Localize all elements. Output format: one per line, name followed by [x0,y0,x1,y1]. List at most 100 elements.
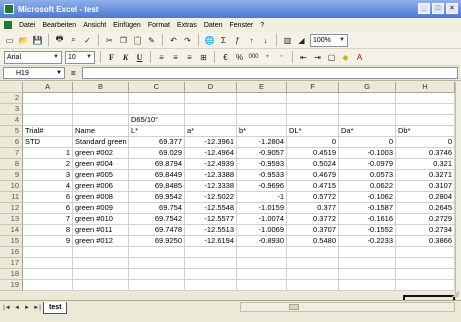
maximize-button[interactable]: □ [432,3,444,14]
last-sheet-button[interactable]: ►| [33,303,41,313]
underline-button[interactable]: U [134,51,145,64]
row-header[interactable]: 18 [0,269,23,280]
cell-f[interactable]: 0.5024 [287,159,339,170]
menu-fenster[interactable]: Fenster [230,22,254,29]
row-header[interactable]: 2 [0,93,23,104]
cell-h[interactable]: 0.2804 [396,192,455,203]
cell-b[interactable] [73,280,129,291]
name-box[interactable]: H19 ▼ [3,67,65,79]
menu-ansicht[interactable]: Ansicht [83,22,106,29]
sort-asc-icon[interactable]: ↑ [246,34,257,47]
cell-a[interactable]: STD [23,137,73,148]
cell-f[interactable] [287,104,339,115]
new-icon[interactable]: ▭ [4,34,15,47]
cell-e[interactable] [237,269,287,280]
row-header[interactable]: 10 [0,181,23,192]
cell-b[interactable]: green #011 [73,225,129,236]
cell-h[interactable]: 0.3107 [396,181,455,192]
cell-f[interactable]: 0.4715 [287,181,339,192]
cell-d[interactable] [185,115,237,126]
currency-icon[interactable]: € [220,51,231,64]
increase-decimal-icon[interactable]: ⁺ [262,51,273,64]
cell-d[interactable]: -12.5022 [185,192,237,203]
row-header[interactable]: 6 [0,137,23,148]
cell-a[interactable]: 9 [23,236,73,247]
horizontal-scrollbar[interactable] [240,302,455,312]
cell-d[interactable]: -12.6194 [185,236,237,247]
cell-a[interactable] [23,104,73,115]
cell-a[interactable] [23,93,73,104]
cell-d[interactable]: -12.4964 [185,148,237,159]
drawing-icon[interactable]: ◢ [296,34,307,47]
row-header[interactable]: 13 [0,214,23,225]
row-header[interactable]: 3 [0,104,23,115]
font-size-select[interactable]: 10 ▼ [65,50,95,64]
cell-e[interactable] [237,104,287,115]
cell-e[interactable]: -0.9593 [237,159,287,170]
workbook-icon[interactable] [4,21,12,29]
cell-d[interactable]: -12.4939 [185,159,237,170]
close-button[interactable]: × [446,3,458,14]
function-icon[interactable]: ƒ [232,34,243,47]
cell-a[interactable]: 2 [23,159,73,170]
cell-a[interactable] [23,258,73,269]
minimize-button[interactable]: _ [418,3,430,14]
chart-wizard-icon[interactable]: ▥ [282,34,293,47]
cell-f[interactable]: 0 [287,137,339,148]
percent-button[interactable]: % [234,51,245,64]
first-sheet-button[interactable]: |◄ [3,303,11,313]
cell-d[interactable] [185,93,237,104]
cell-b[interactable] [73,93,129,104]
cell-h[interactable]: 0.2729 [396,214,455,225]
cell-f[interactable] [287,280,339,291]
row-header[interactable]: 8 [0,159,23,170]
menu-einfuegen[interactable]: Einfügen [113,22,141,29]
cell-b[interactable]: Name [73,126,129,137]
cell-e[interactable] [237,280,287,291]
cell-a[interactable]: 7 [23,214,73,225]
cell-e[interactable]: b* [237,126,287,137]
save-icon[interactable]: 💾 [32,34,43,47]
cell-g[interactable]: Da* [339,126,396,137]
cut-icon[interactable]: ✂ [104,34,115,47]
cell-b[interactable]: Standard green [73,137,129,148]
row-header[interactable]: 12 [0,203,23,214]
cell-g[interactable]: -0.1587 [339,203,396,214]
cell-d[interactable] [185,258,237,269]
cell-c[interactable] [129,269,185,280]
cell-d[interactable]: -12.5577 [185,214,237,225]
sort-desc-icon[interactable]: ↓ [260,34,271,47]
formula-input[interactable] [81,67,458,79]
select-all-corner[interactable] [0,82,23,93]
cell-e[interactable]: -1.0074 [237,214,287,225]
cell-h[interactable]: 0.3271 [396,170,455,181]
cell-b[interactable] [73,115,129,126]
cell-h[interactable]: 0.3866 [396,236,455,247]
scrollbar-thumb[interactable] [289,304,299,310]
autosum-icon[interactable]: Σ [218,34,229,47]
cell-a[interactable] [23,115,73,126]
cell-f[interactable] [287,93,339,104]
cell-c[interactable] [129,93,185,104]
cell-c[interactable]: 69.8449 [129,170,185,181]
align-right-icon[interactable]: ≡ [184,51,195,64]
merge-center-icon[interactable]: ⊞ [198,51,209,64]
format-painter-icon[interactable]: ✎ [146,34,157,47]
row-header[interactable]: 19 [0,280,23,291]
decrease-decimal-icon[interactable]: ⁻ [276,51,287,64]
cell-b[interactable]: green #004 [73,159,129,170]
cell-g[interactable]: 0.0622 [339,181,396,192]
cell-f[interactable] [287,115,339,126]
cell-b[interactable] [73,258,129,269]
row-header[interactable]: 16 [0,247,23,258]
cell-g[interactable] [339,93,396,104]
cell-a[interactable]: 6 [23,192,73,203]
hyperlink-icon[interactable]: 🌐 [204,34,215,47]
menu-bearbeiten[interactable]: Bearbeiten [42,22,76,29]
cell-e[interactable]: -1.2804 [237,137,287,148]
cell-g[interactable]: -0.2233 [339,236,396,247]
row-header[interactable]: 5 [0,126,23,137]
cell-g[interactable] [339,104,396,115]
cell-d[interactable] [185,280,237,291]
cell-a[interactable]: 3 [23,170,73,181]
